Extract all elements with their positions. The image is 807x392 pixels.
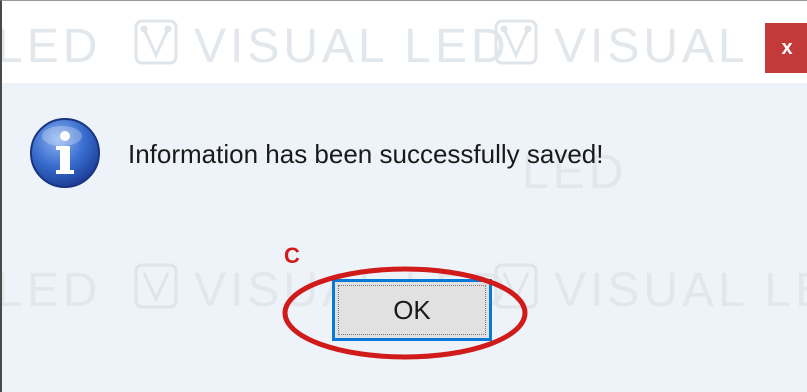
watermark-logo	[134, 19, 178, 65]
dialog-body: LED LED VISUAL LED VISUAL LED	[2, 83, 807, 392]
watermark-text: VISUAL LED	[554, 264, 807, 317]
dialog-message: Information has been successfully saved!	[128, 139, 604, 169]
watermark-fragment: LED	[0, 264, 102, 317]
title-bar: LED VISUAL LED VISUAL LED x	[2, 1, 807, 83]
ok-button[interactable]: OK	[332, 279, 492, 341]
annotation-label: C	[284, 243, 300, 268]
watermark-text: VISUAL LED	[194, 20, 510, 73]
watermark-logo	[134, 263, 178, 309]
watermark-logo	[494, 263, 538, 309]
message-dialog: LED VISUAL LED VISUAL LED x LED LED	[0, 0, 807, 392]
watermark-logo	[494, 19, 538, 65]
ok-button-label: OK	[393, 294, 431, 325]
close-button[interactable]: x	[765, 23, 807, 73]
info-icon	[30, 118, 100, 188]
close-icon: x	[781, 36, 793, 59]
watermark-fragment: LED	[0, 20, 102, 73]
